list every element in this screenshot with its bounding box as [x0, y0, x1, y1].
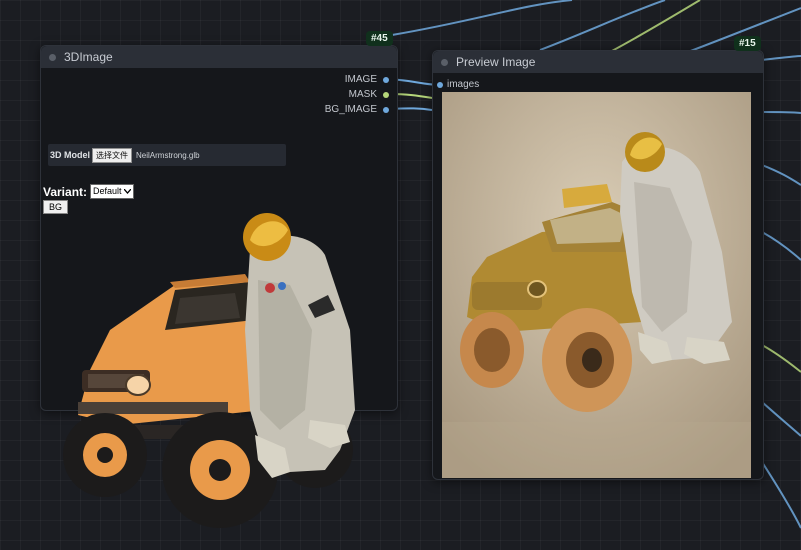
node-preview-header[interactable]: Preview Image — [433, 51, 763, 73]
node-preview-image[interactable]: Preview Image images — [432, 50, 764, 480]
variant-select[interactable]: Default — [90, 184, 134, 199]
output-slot-mask[interactable]: MASK — [349, 89, 389, 100]
file-name: NeilArmstrong.glb — [136, 150, 200, 160]
chevron-down-icon — [123, 189, 131, 194]
variant-row: Variant: Default — [43, 184, 134, 199]
node-id-badge: #45 — [366, 31, 393, 46]
variant-value: Default — [93, 186, 122, 196]
node-title: 3DImage — [64, 50, 113, 64]
output-label: IMAGE — [344, 74, 377, 85]
3d-viewport-render[interactable] — [50, 210, 380, 550]
input-slot-images[interactable]: images — [437, 79, 479, 90]
collapse-dot-icon[interactable] — [441, 58, 448, 66]
output-slot-bg-image[interactable]: BG_IMAGE — [325, 104, 389, 115]
preview-render-image — [442, 92, 751, 478]
output-slot-image[interactable]: IMAGE — [345, 74, 389, 85]
output-label: BG_IMAGE — [324, 104, 377, 115]
slot-dot-icon[interactable] — [383, 91, 389, 98]
variant-label: Variant: — [43, 184, 88, 199]
input-label: images — [447, 79, 480, 90]
node-title: Preview Image — [456, 55, 536, 69]
slot-dot-icon[interactable] — [383, 106, 389, 113]
output-label: MASK — [348, 89, 377, 100]
choose-file-button[interactable]: 选择文件 — [92, 147, 133, 163]
model-file-widget[interactable]: 3D Model 选择文件 NeilArmstrong.glb — [48, 144, 286, 166]
slot-dot-icon[interactable] — [383, 76, 389, 83]
slot-dot-icon[interactable] — [437, 81, 443, 88]
model-label: 3D Model — [50, 150, 91, 160]
node-3dimage-header[interactable]: 3DImage — [41, 46, 397, 68]
collapse-dot-icon[interactable] — [49, 53, 56, 61]
node-id-badge: #15 — [734, 36, 761, 51]
preview-image — [442, 92, 751, 478]
